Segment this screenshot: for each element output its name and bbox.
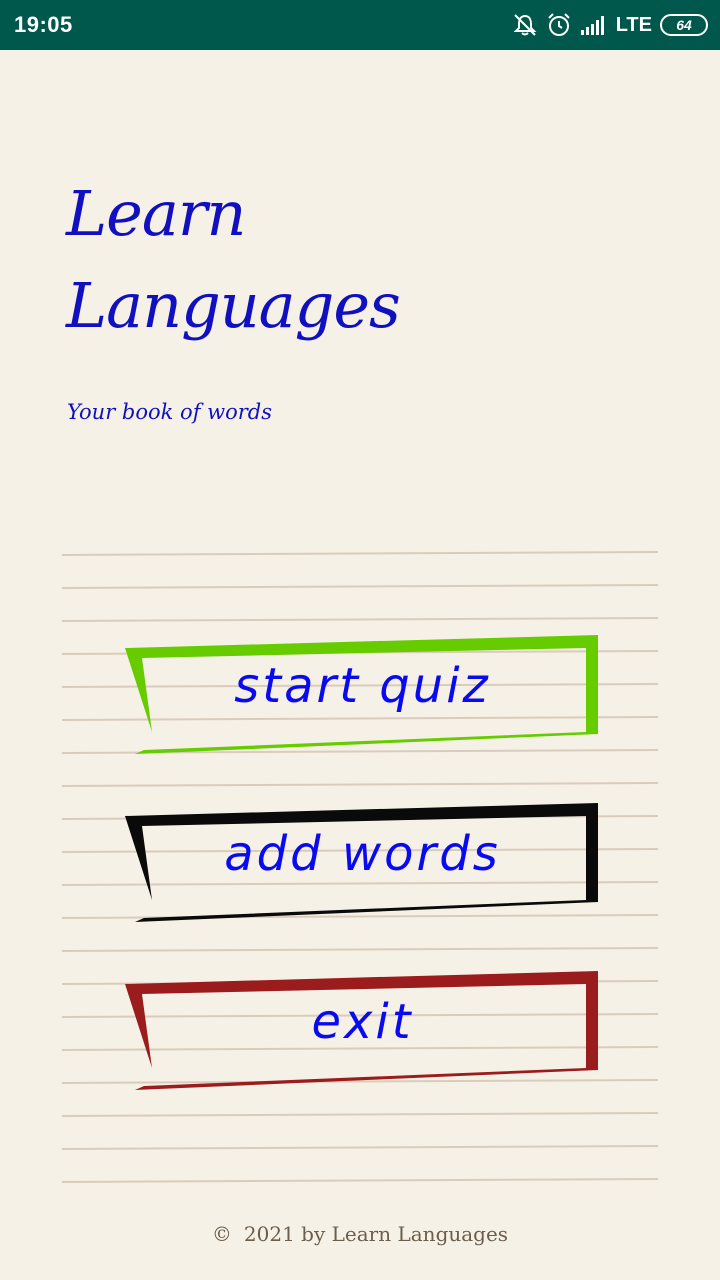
notebook-line [61, 551, 659, 556]
notebook-line [61, 947, 659, 952]
exit-label: exit [311, 994, 414, 1050]
notebook-line [61, 782, 659, 787]
copyright-symbol: © [211, 1222, 232, 1246]
exit-button[interactable]: exit [120, 966, 605, 1096]
notebook-line [61, 1145, 659, 1150]
notebook-line [61, 1112, 659, 1117]
add-words-label: add words [224, 826, 501, 882]
notebook-line [61, 584, 659, 589]
add-words-button[interactable]: add words [120, 798, 605, 928]
notebook-line [61, 617, 659, 622]
notebook-line [61, 1178, 659, 1183]
footer: © 2021 by Learn Languages [0, 1222, 720, 1246]
start-quiz-button[interactable]: start quiz [120, 630, 605, 760]
start-quiz-label: start quiz [234, 658, 491, 714]
copyright-text: 2021 by Learn Languages [243, 1222, 509, 1246]
